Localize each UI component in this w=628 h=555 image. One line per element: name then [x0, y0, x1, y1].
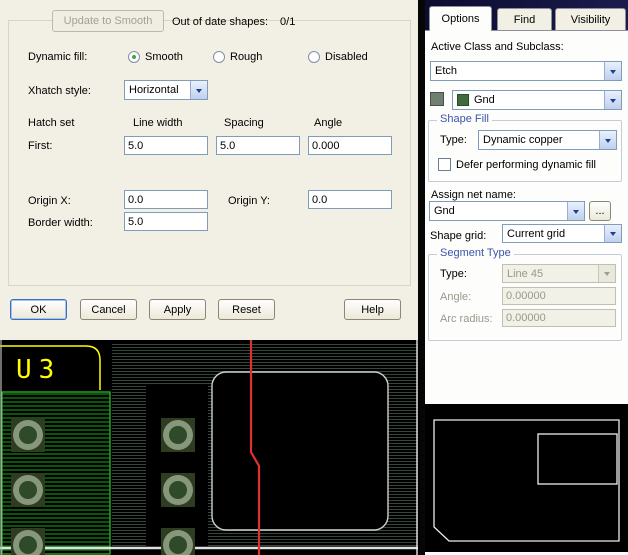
- radio-rough-label[interactable]: Rough: [230, 51, 262, 63]
- cancel-button[interactable]: Cancel: [80, 299, 137, 320]
- radio-disabled-label[interactable]: Disabled: [325, 51, 368, 63]
- spacing-header: Spacing: [224, 117, 264, 129]
- radio-smooth[interactable]: [128, 51, 140, 63]
- first-row-label: First:: [28, 140, 52, 152]
- shape-grid-dropdown[interactable]: Current grid: [502, 224, 622, 243]
- origin-y-label: Origin Y:: [228, 195, 270, 207]
- angle-header: Angle: [314, 117, 342, 129]
- tab-visibility[interactable]: Visibility: [555, 8, 626, 30]
- first-spacing-input[interactable]: [216, 136, 300, 155]
- chevron-down-icon[interactable]: [604, 91, 621, 109]
- pad-column-left: [11, 418, 45, 555]
- segment-angle-input: [502, 287, 616, 305]
- world-view-background: [425, 404, 628, 552]
- border-width-input[interactable]: [124, 212, 208, 231]
- refdes-text: U3: [16, 355, 61, 385]
- pad: [161, 473, 195, 507]
- active-class-label: Active Class and Subclass:: [431, 41, 564, 53]
- radio-disabled[interactable]: [308, 51, 320, 63]
- chevron-down-icon[interactable]: [567, 202, 584, 220]
- segment-angle-label: Angle:: [440, 291, 471, 303]
- assign-net-name-label: Assign net name:: [431, 189, 516, 201]
- border-width-label: Border width:: [28, 217, 93, 229]
- pad: [161, 418, 195, 452]
- update-to-smooth-button: Update to Smooth: [52, 10, 164, 32]
- xhatch-style-dropdown[interactable]: Horizontal: [124, 80, 208, 100]
- chevron-down-icon[interactable]: [190, 81, 207, 99]
- chevron-down-icon: [598, 265, 615, 282]
- out-of-date-value: 0/1: [280, 16, 295, 28]
- tab-options[interactable]: Options: [429, 6, 492, 31]
- fill-type-value: Dynamic copper: [479, 131, 599, 149]
- fill-type-label: Type:: [440, 134, 467, 146]
- help-button[interactable]: Help: [344, 299, 401, 320]
- xhatch-style-value: Horizontal: [125, 81, 190, 99]
- pad: [11, 528, 45, 555]
- class-value: Etch: [431, 62, 604, 80]
- pad: [11, 418, 45, 452]
- fill-type-dropdown[interactable]: Dynamic copper: [478, 130, 617, 150]
- shape-options-dialog: Update to Smooth Out of date shapes: 0/1…: [0, 0, 418, 340]
- chevron-down-icon[interactable]: [604, 62, 621, 80]
- segment-type-title: Segment Type: [437, 247, 514, 259]
- segment-type-label: Type:: [440, 268, 467, 280]
- shape-fill-title: Shape Fill: [437, 113, 492, 125]
- world-view-svg: [425, 404, 628, 552]
- defer-dynamic-fill-label[interactable]: Defer performing dynamic fill: [456, 159, 596, 171]
- pad: [161, 528, 195, 555]
- net-name-dropdown[interactable]: Gnd: [429, 201, 585, 221]
- subclass-value-wrap: Gnd: [453, 91, 604, 109]
- pad-column-right: [161, 418, 195, 555]
- origin-y-input[interactable]: [308, 190, 392, 209]
- shape-grid-value: Current grid: [503, 225, 604, 242]
- ok-button[interactable]: OK: [10, 299, 67, 320]
- radio-rough[interactable]: [213, 51, 225, 63]
- chevron-down-icon[interactable]: [599, 131, 616, 149]
- tab-find[interactable]: Find: [497, 8, 552, 30]
- line-width-header: Line width: [133, 117, 183, 129]
- reset-button[interactable]: Reset: [218, 299, 275, 320]
- first-line-width-input[interactable]: [124, 136, 208, 155]
- xhatch-style-label: Xhatch style:: [28, 85, 91, 97]
- apply-button[interactable]: Apply: [149, 299, 206, 320]
- defer-dynamic-fill-checkbox[interactable]: [438, 158, 451, 171]
- class-dropdown[interactable]: Etch: [430, 61, 622, 81]
- segment-type-value: Line 45: [503, 265, 598, 282]
- net-name-value: Gnd: [430, 202, 567, 220]
- origin-x-label: Origin X:: [28, 195, 71, 207]
- chevron-down-icon[interactable]: [604, 225, 621, 242]
- origin-x-input[interactable]: [124, 190, 208, 209]
- world-view[interactable]: [425, 404, 628, 552]
- pad: [11, 473, 45, 507]
- segment-type-dropdown: Line 45: [502, 264, 616, 283]
- pcb-canvas-svg: U3: [0, 340, 420, 555]
- shape-fill-group: Shape Fill Type: Dynamic copper Defer pe…: [428, 120, 622, 182]
- out-of-date-label: Out of date shapes:: [172, 16, 268, 28]
- shape-grid-label: Shape grid:: [430, 230, 486, 242]
- class-color-swatch[interactable]: [430, 92, 444, 106]
- first-angle-input[interactable]: [308, 136, 392, 155]
- pcb-canvas[interactable]: U3: [0, 340, 420, 555]
- subclass-color-swatch: [457, 94, 469, 106]
- subclass-dropdown[interactable]: Gnd: [452, 90, 622, 110]
- hatch-set-header: Hatch set: [28, 117, 74, 129]
- arc-radius-input: [502, 309, 616, 327]
- shape-void-outline: [212, 372, 388, 530]
- dynamic-fill-label: Dynamic fill:: [28, 51, 87, 63]
- application-window: Update to Smooth Out of date shapes: 0/1…: [0, 0, 628, 555]
- radio-smooth-label[interactable]: Smooth: [145, 51, 183, 63]
- arc-radius-label: Arc radius:: [440, 313, 493, 325]
- segment-type-group: Segment Type Type: Line 45 Angle: Arc ra…: [428, 254, 622, 341]
- subclass-value: Gnd: [474, 94, 495, 106]
- net-browse-button[interactable]: ...: [589, 201, 611, 221]
- radio-selected-dot: [132, 55, 136, 59]
